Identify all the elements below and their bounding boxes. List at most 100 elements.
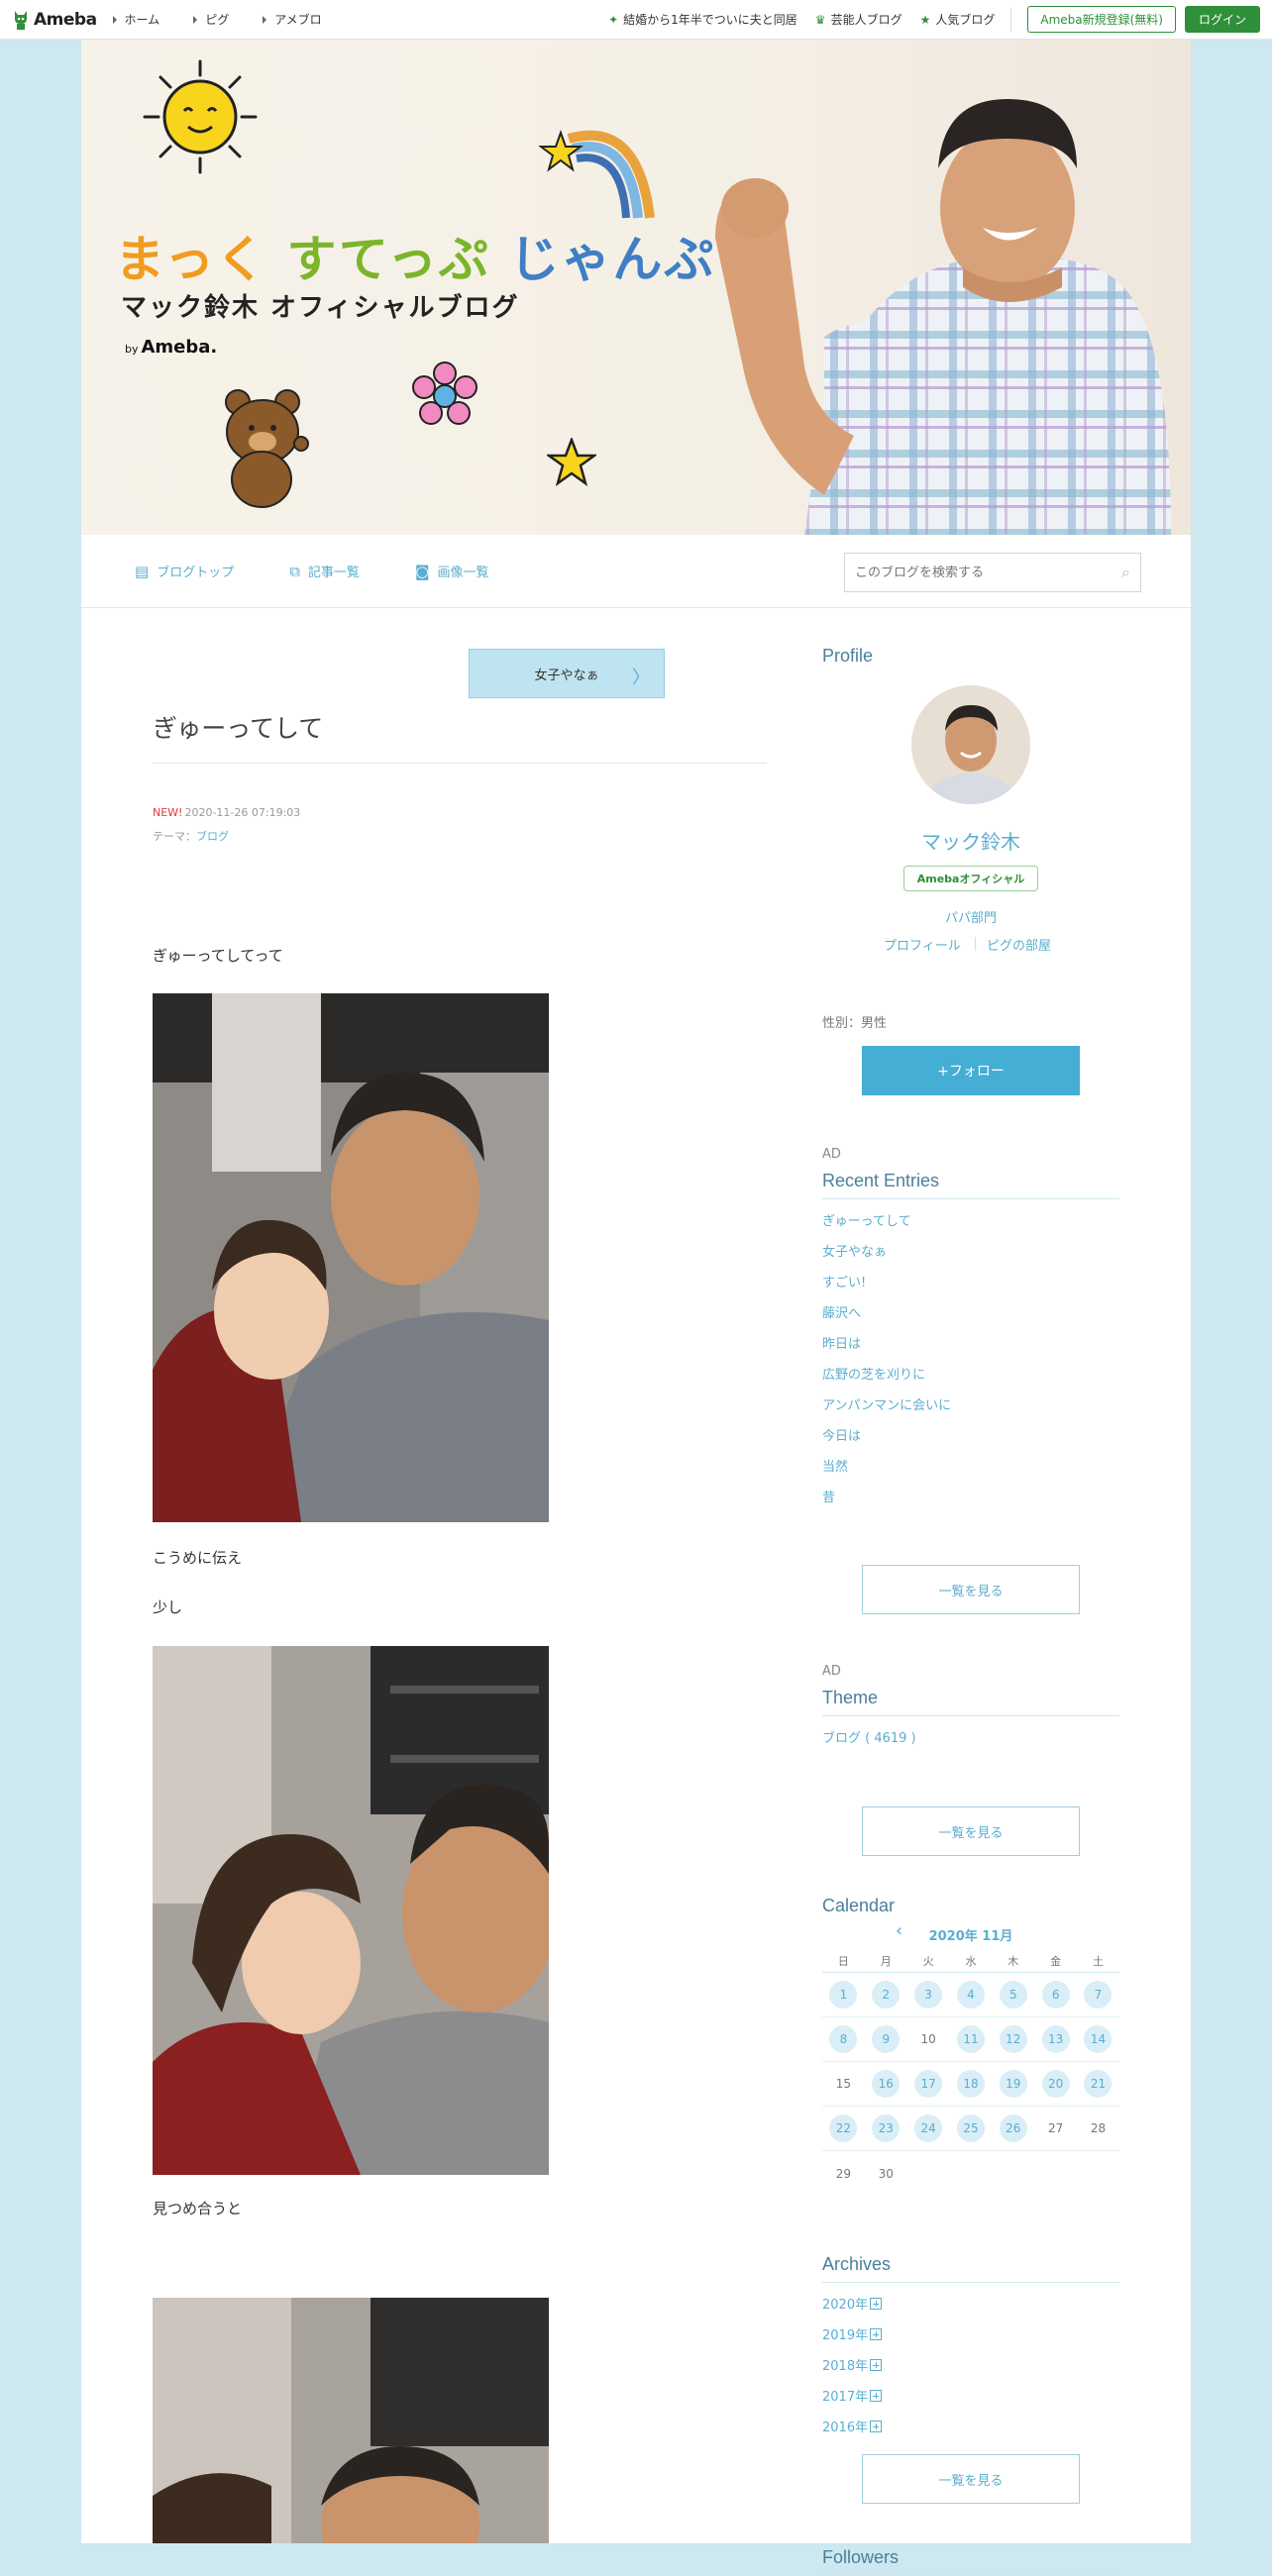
- archive-year-link[interactable]: 2018年: [822, 2355, 883, 2374]
- search-icon[interactable]: ⌕: [1121, 563, 1130, 582]
- official-badge[interactable]: Amebaオフィシャル: [903, 866, 1038, 891]
- recent-entry-link[interactable]: ぎゅーってして: [822, 1210, 911, 1229]
- popular-blog-link[interactable]: ★ 人気ブログ: [920, 11, 996, 28]
- calendar-week: 8 9 10 11 12 13 14: [822, 2017, 1119, 2062]
- article-photo-2[interactable]: [153, 1646, 549, 2175]
- banner-by-ameba: by Ameba.: [125, 337, 217, 358]
- theme-link[interactable]: ブログ: [196, 830, 229, 843]
- calendar-day-link[interactable]: 3: [914, 1981, 943, 2009]
- pigg-room-link[interactable]: ピグの部屋: [987, 935, 1051, 954]
- theme-item-link[interactable]: ブログ ( 4619 ): [822, 1727, 916, 1746]
- recent-entries-heading: Recent Entries: [822, 1171, 940, 1190]
- nav-blog-top[interactable]: ▤ ブログトップ: [135, 562, 234, 581]
- recent-entry-link[interactable]: 女子やなぁ: [822, 1241, 887, 1260]
- celebrity-blog-link[interactable]: ♛ 芸能人ブログ: [815, 11, 902, 28]
- calendar-day-link[interactable]: 25: [956, 2114, 985, 2142]
- calendar-prev-icon[interactable]: ‹: [896, 1920, 902, 1941]
- calendar-day-link[interactable]: 7: [1084, 1981, 1113, 2009]
- calendar-day-link[interactable]: 16: [872, 2070, 901, 2098]
- featured-link[interactable]: ✦ 結婚から1年半でついに夫と同居: [608, 11, 797, 28]
- article-title: ぎゅーってして: [153, 709, 767, 764]
- follow-button[interactable]: +フォロー: [862, 1046, 1080, 1095]
- calendar-day-link[interactable]: 20: [1041, 2070, 1070, 2098]
- star-illustration: [547, 438, 596, 487]
- expand-plus-icon[interactable]: [870, 2297, 883, 2310]
- calendar-day-link[interactable]: 22: [829, 2114, 858, 2142]
- calendar-day-link[interactable]: 8: [829, 2025, 858, 2053]
- archive-year-link[interactable]: 2016年: [822, 2417, 883, 2435]
- divider: [822, 1715, 1119, 1716]
- category-link[interactable]: パパ部門: [822, 907, 1119, 926]
- archives-more-button[interactable]: 一覧を見る: [862, 2454, 1080, 2504]
- calendar-day-link[interactable]: 19: [999, 2070, 1027, 2098]
- calendar-day-link[interactable]: 26: [999, 2114, 1027, 2142]
- theme-more-button[interactable]: 一覧を見る: [862, 1806, 1080, 1856]
- calendar-day-link[interactable]: 4: [956, 1981, 985, 2009]
- article-photo-3[interactable]: [153, 2298, 549, 2543]
- calendar-day-link[interactable]: 13: [1041, 2025, 1070, 2053]
- register-button[interactable]: Ameba新規登録(無料): [1027, 6, 1176, 33]
- nav-pigg[interactable]: ピグ: [193, 11, 229, 28]
- calendar-week: 22 23 24 25 26 27 28: [822, 2107, 1119, 2151]
- login-button[interactable]: ログイン: [1184, 6, 1260, 33]
- global-nav: ホーム ピグ アメブロ: [112, 11, 356, 28]
- recent-entry-link[interactable]: 昨日は: [822, 1333, 861, 1352]
- nav-entry-list-label: 記事一覧: [307, 566, 360, 580]
- recent-entry-link[interactable]: 昔: [822, 1487, 835, 1505]
- recent-entry-link[interactable]: 広野の芝を刈りに: [822, 1364, 925, 1383]
- ameba-logo[interactable]: Ameba: [12, 9, 97, 31]
- nav-ameblo[interactable]: アメブロ: [263, 11, 322, 28]
- chevron-right-icon: [193, 15, 198, 24]
- banner-title-part2: すてっぷ: [286, 231, 490, 288]
- photo-3-image: [153, 2298, 549, 2543]
- calendar-day-link[interactable]: 9: [872, 2025, 901, 2053]
- expand-plus-icon[interactable]: [870, 2420, 883, 2432]
- profile-name[interactable]: マック鈴木: [822, 826, 1119, 855]
- profile-heading: Profile: [822, 646, 874, 666]
- recent-entry-link[interactable]: 今日は: [822, 1425, 861, 1444]
- ad-label: AD: [822, 1147, 841, 1162]
- next-entry-button[interactable]: 女子やなぁ 〉: [469, 649, 665, 698]
- recent-entry-link[interactable]: 藤沢へ: [822, 1302, 861, 1321]
- divider: [822, 2282, 1119, 2283]
- calendar-day-link[interactable]: 1: [829, 1981, 858, 2009]
- nav-image-list[interactable]: ◙ 画像一覧: [415, 562, 489, 581]
- calendar-day-link[interactable]: 18: [956, 2070, 985, 2098]
- calendar-day-link[interactable]: 23: [872, 2114, 901, 2142]
- calendar-day-link[interactable]: 17: [914, 2070, 943, 2098]
- photo-2-image: [153, 1646, 549, 2175]
- calendar-day-link[interactable]: 11: [956, 2025, 985, 2053]
- calendar-day-link[interactable]: 2: [872, 1981, 901, 2009]
- recent-entry-link[interactable]: すごい!: [822, 1272, 866, 1290]
- recent-entry-link[interactable]: 当然: [822, 1456, 848, 1475]
- recent-entry-link[interactable]: アンパンマンに会いに: [822, 1394, 951, 1413]
- calendar-day-link[interactable]: 24: [914, 2114, 943, 2142]
- calendar-day-link[interactable]: 6: [1041, 1981, 1070, 2009]
- archive-year-link[interactable]: 2017年: [822, 2386, 883, 2405]
- archive-year-link[interactable]: 2019年: [822, 2324, 883, 2343]
- theme-heading: Theme: [822, 1688, 879, 1707]
- recent-more-button[interactable]: 一覧を見る: [862, 1565, 1080, 1614]
- blog-search-input[interactable]: [855, 565, 1122, 580]
- celebrity-blog-label: 芸能人ブログ: [830, 13, 902, 27]
- article-photo-1[interactable]: [153, 993, 549, 1522]
- profile-link[interactable]: プロフィール: [884, 935, 961, 954]
- calendar-day-link[interactable]: 21: [1084, 2070, 1113, 2098]
- nav-home[interactable]: ホーム: [112, 11, 159, 28]
- blog-header-banner[interactable]: まっく すてっぷ じゃんぷ マック鈴木 オフィシャルブログ by Ameba.: [81, 40, 1191, 535]
- nav-entry-list[interactable]: ⧉ 記事一覧: [289, 562, 360, 581]
- brand-text: Ameba: [34, 9, 97, 30]
- expand-plus-icon[interactable]: [870, 2389, 883, 2402]
- avatar[interactable]: [911, 685, 1030, 804]
- calendar-day-link[interactable]: 14: [1084, 2025, 1113, 2053]
- calendar-week: 1 2 3 4 5 6 7: [822, 1973, 1119, 2017]
- calendar-day-link[interactable]: 5: [999, 1981, 1027, 2009]
- article-theme: テーマ：ブログ: [153, 828, 229, 844]
- expand-plus-icon[interactable]: [870, 2358, 883, 2371]
- archive-year-link[interactable]: 2020年: [822, 2294, 883, 2313]
- expand-plus-icon[interactable]: [870, 2327, 883, 2340]
- calendar-day-link[interactable]: 12: [999, 2025, 1027, 2053]
- weekday-label: 日: [837, 1954, 849, 1968]
- calendar-week: 15 16 17 18 19 20 21: [822, 2062, 1119, 2107]
- nav-image-list-label: 画像一覧: [437, 566, 489, 580]
